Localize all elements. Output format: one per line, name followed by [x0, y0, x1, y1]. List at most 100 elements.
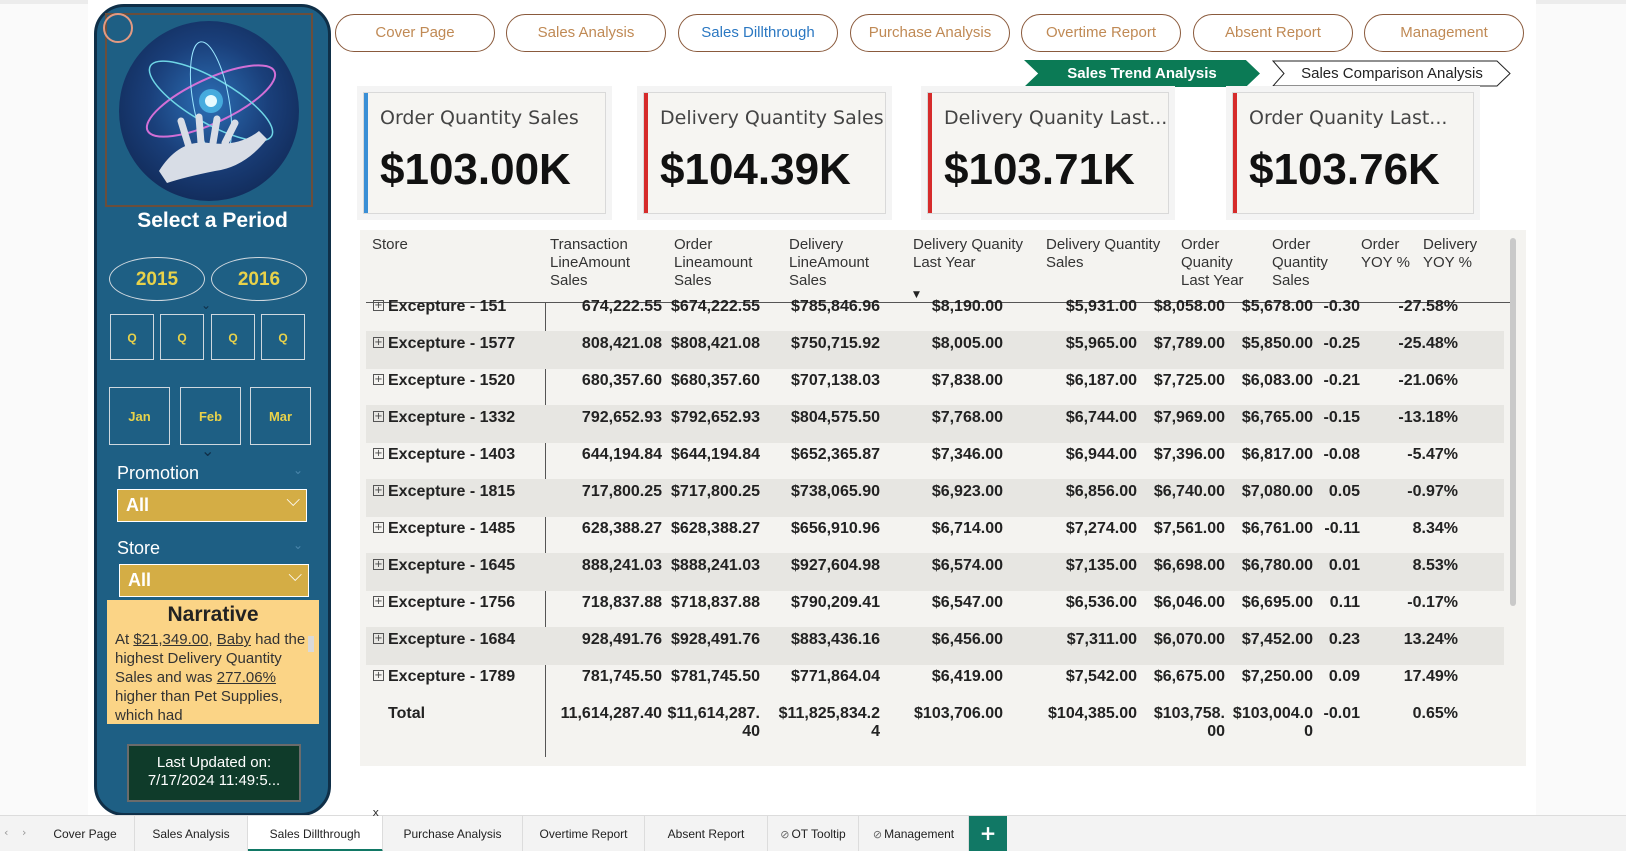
table-row[interactable]: + Excepture - 1332 792,652.93 $792,652.93 $8…	[366, 405, 1504, 443]
expand-icon[interactable]: +	[373, 300, 384, 311]
report-page: Select a Period 2015 2016 ⌄ Q Q Q Q Jan …	[0, 0, 1626, 851]
table-row[interactable]: + Excepture - 151 674,222.55 $674,222.55 $78…	[366, 294, 1504, 332]
column-header-transaction-lineamount-sales[interactable]: Transaction LineAmount Sales	[550, 236, 660, 290]
kpi-accent-bar	[1233, 93, 1237, 213]
kpi-accent-bar	[644, 93, 648, 213]
column-header-delivery-lineamount-sales[interactable]: Delivery LineAmount Sales	[789, 236, 905, 290]
cell-ola: $792,652.93	[671, 409, 760, 426]
page-tab-sales-dillthrough[interactable]: Sales Dillthrough x	[248, 806, 383, 851]
year-button-2016[interactable]: 2016	[211, 257, 307, 301]
promotion-dropdown-value: All	[126, 495, 150, 515]
promotion-slicer-title: Promotion	[117, 463, 200, 483]
table-row[interactable]: + Excepture - 1684 928,491.76 $928,491.76 $8…	[366, 627, 1504, 665]
page-tab-purchase-analysis[interactable]: Purchase Analysis	[383, 816, 523, 851]
cell-ola: $928,491.76	[671, 631, 760, 648]
expand-icon[interactable]: +	[373, 559, 384, 570]
quarter-button-1[interactable]: Q	[110, 314, 154, 360]
table-row[interactable]: + Excepture - 1756 718,837.88 $718,837.88 $7…	[366, 590, 1504, 628]
cell-oyoy: -0.21	[1323, 372, 1360, 389]
table-row[interactable]: + Excepture - 1789 781,745.50 $781,745.50 $7…	[366, 664, 1504, 702]
column-header-order-lineamount-sales[interactable]: Order Lineamount Sales	[674, 236, 784, 290]
nav-button-cover-page[interactable]: Cover Page	[335, 14, 495, 52]
page-tab-sales-analysis[interactable]: Sales Analysis	[135, 816, 248, 851]
column-header-order-quantity-sales[interactable]: Order Quantity Sales	[1272, 236, 1342, 290]
table-row[interactable]: + Excepture - 1815 717,800.25 $717,800.25 $7…	[366, 479, 1504, 517]
tab-sales-trend-analysis[interactable]: Sales Trend Analysis	[1024, 60, 1260, 87]
expand-icon[interactable]: +	[373, 411, 384, 422]
tab-sales-comparison-analysis[interactable]: Sales Comparison Analysis	[1272, 60, 1512, 87]
close-tab-icon[interactable]: x	[372, 806, 379, 819]
column-header-order-yoy[interactable]: Order YOY %	[1361, 236, 1416, 272]
nav-button-overtime-report[interactable]: Overtime Report	[1021, 14, 1181, 52]
cell-dqly: $6,714.00	[931, 520, 1003, 537]
page-tab-absent-report[interactable]: Absent Report	[645, 816, 768, 851]
promotion-dropdown[interactable]: All ⌵	[117, 489, 307, 522]
nav-button-absent-report[interactable]: Absent Report	[1193, 14, 1353, 52]
expand-icon[interactable]: +	[373, 596, 384, 607]
table-row[interactable]: + Excepture - 1645 888,241.03 $888,241.03 $9…	[366, 553, 1504, 591]
cell-dqs: $6,744.00	[1065, 409, 1137, 426]
cell-dqs: $5,965.00	[1065, 335, 1137, 352]
kpi-value: $103.71K	[944, 145, 1135, 194]
quarter-button-2[interactable]: Q	[160, 314, 204, 360]
column-header-delivery-yoy[interactable]: Delivery YOY %	[1423, 236, 1498, 272]
table-row[interactable]: + Excepture - 1520 680,357.60 $680,357.60 $7…	[366, 368, 1504, 406]
cell-dqly: $7,768.00	[931, 409, 1003, 426]
chevron-down-icon[interactable]: ⌄	[293, 463, 303, 477]
expand-icon[interactable]: +	[373, 670, 384, 681]
scroll-tabs-left-icon[interactable]: ‹	[4, 826, 8, 839]
table-row[interactable]: + Excepture - 1577 808,421.08 $808,421.08 $7…	[366, 331, 1504, 369]
cell-tla: 717,800.25	[581, 483, 662, 500]
nav-button-sales-analysis[interactable]: Sales Analysis	[506, 14, 666, 52]
kpi-title: Order Quanity Last...	[1249, 107, 1448, 129]
chevron-down-icon[interactable]: ⌄	[293, 538, 303, 552]
expand-icon[interactable]: +	[373, 633, 384, 644]
filter-panel: Select a Period 2015 2016 ⌄ Q Q Q Q Jan …	[94, 4, 331, 816]
column-header-order-quanity-last-year[interactable]: Order Quanity Last Year	[1181, 236, 1261, 290]
page-tab-label: Sales Analysis	[152, 827, 230, 841]
kpi-value: $103.76K	[1249, 145, 1440, 194]
expand-icon[interactable]: +	[373, 448, 384, 459]
column-header-delivery-quanity-last-year[interactable]: Delivery Quanity Last Year	[913, 236, 1033, 272]
nav-button-management[interactable]: Management	[1364, 14, 1524, 52]
narrative-scrollbar[interactable]	[308, 636, 314, 652]
year-button-2015[interactable]: 2015	[109, 257, 205, 301]
table-row[interactable]: + Excepture - 1485 628,388.27 $628,388.27 $6…	[366, 516, 1504, 554]
cell-dqs: $104,385.00	[1048, 705, 1137, 722]
quarter-button-4[interactable]: Q	[261, 314, 305, 360]
page-tab-label: OT Tooltip	[791, 827, 846, 841]
cell-dqs: $6,536.00	[1065, 594, 1137, 611]
add-page-button[interactable]: +	[969, 816, 1007, 851]
month-button-jan[interactable]: Jan	[109, 387, 170, 445]
cell-dqs: $6,944.00	[1065, 446, 1137, 463]
cell-dqly: $6,574.00	[931, 557, 1003, 574]
cell-dqly: $103,706.00	[914, 705, 1003, 722]
nav-button-purchase-analysis[interactable]: Purchase Analysis	[850, 14, 1010, 52]
month-button-mar[interactable]: Mar	[250, 387, 311, 445]
store-dropdown[interactable]: All ⌵	[119, 564, 309, 597]
cell-oqs: $5,678.00	[1241, 298, 1313, 315]
cell-oyoy: 0.09	[1328, 668, 1360, 685]
expand-icon[interactable]: +	[373, 485, 384, 496]
scroll-tabs-right-icon[interactable]: ›	[22, 826, 26, 839]
expand-icon[interactable]: +	[373, 374, 384, 385]
cell-dqs: $7,542.00	[1065, 668, 1137, 685]
page-tab-management[interactable]: ⊘ Management	[859, 816, 969, 851]
ai-hand-logo	[119, 21, 299, 201]
last-updated-card: Last Updated on: 7/17/2024 11:49:5...	[127, 744, 301, 802]
table-scrollbar[interactable]	[1510, 238, 1516, 606]
table-total-row[interactable]: Total 11,614,287.40 $11,614,287.40 $11,825,…	[366, 701, 1504, 740]
quarter-button-3[interactable]: Q	[211, 314, 255, 360]
month-button-feb[interactable]: Feb	[180, 387, 241, 445]
cell-oqly: $8,058.00	[1153, 298, 1225, 315]
page-tab-ot-tooltip[interactable]: ⊘ OT Tooltip	[768, 816, 859, 851]
expand-icon[interactable]: +	[373, 522, 384, 533]
cell-dyoy: -0.17%	[1407, 594, 1458, 611]
page-tab-cover-page[interactable]: Cover Page	[36, 816, 135, 851]
nav-button-sales-dillthrough[interactable]: Sales Dillthrough	[678, 14, 838, 52]
column-header-store[interactable]: Store	[372, 236, 532, 254]
table-row[interactable]: + Excepture - 1403 644,194.84 $644,194.84 $6…	[366, 442, 1504, 480]
page-tab-overtime-report[interactable]: Overtime Report	[523, 816, 645, 851]
column-header-delivery-quantity-sales[interactable]: Delivery Quantity Sales	[1046, 236, 1176, 272]
expand-icon[interactable]: +	[373, 337, 384, 348]
